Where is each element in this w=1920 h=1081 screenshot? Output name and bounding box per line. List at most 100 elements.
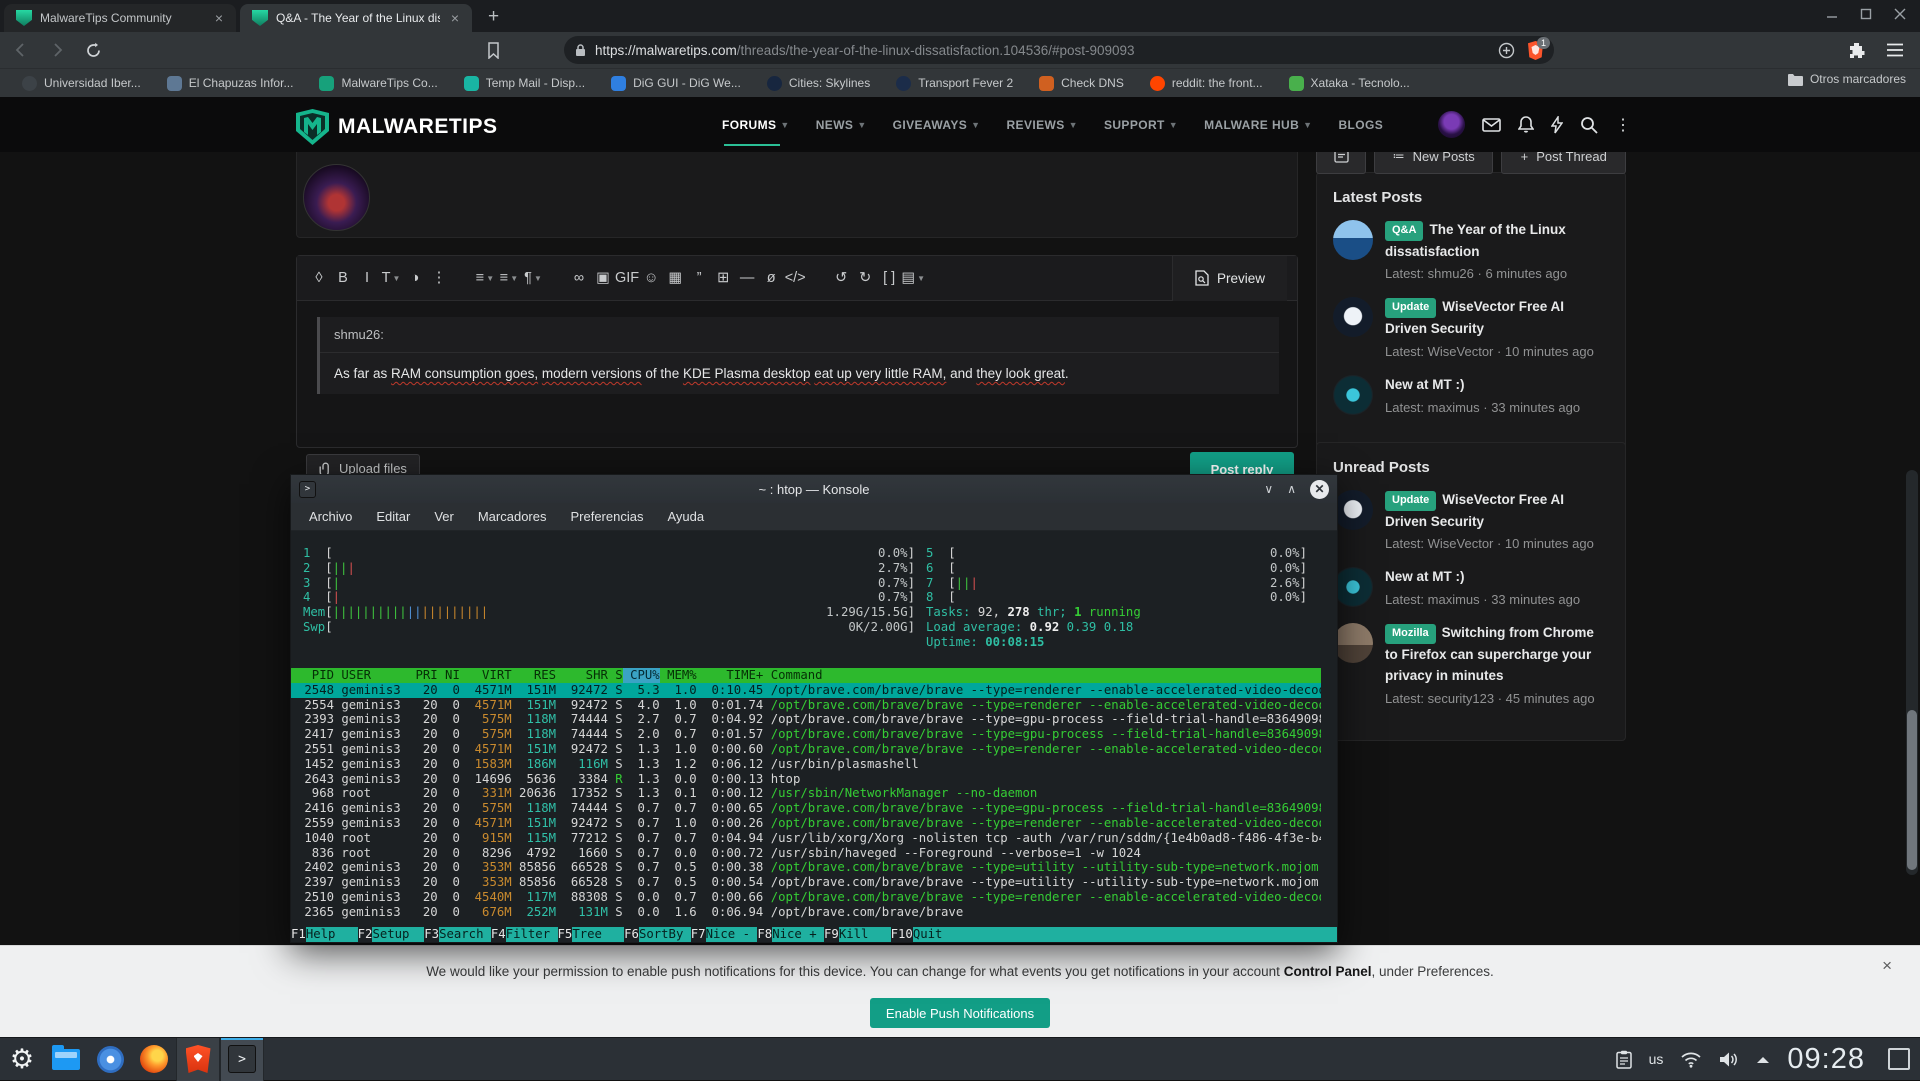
fkey-label[interactable]: Filter [506,927,558,942]
firefox-icon[interactable] [132,1038,176,1081]
nav-item-news[interactable]: NEWS▼ [816,97,867,152]
process-row-2510[interactable]: 2510geminis32004540M117M88308S0.00.70:00… [291,890,1321,905]
user-avatar[interactable] [1438,111,1465,138]
window-minimize-icon[interactable] [1826,8,1838,20]
column-header-shr[interactable]: SHR [556,668,608,683]
code-icon[interactable]: </> [783,263,807,293]
align-icon[interactable]: ≡▼ [497,263,521,293]
fkey-f7[interactable]: F7 [691,927,706,942]
htop-terminal[interactable]: 1 [0.0%]2 [|||2.7%]3 [|0.7%]4 [|0.7%]Mem… [291,531,1337,944]
fkey-label[interactable]: Quit [913,927,965,942]
process-row-2365[interactable]: 2365geminis3200676M252M131MS0.01.60:06.9… [291,905,1321,920]
clock[interactable]: 09:28 [1787,1043,1865,1076]
reload-button[interactable] [78,35,108,65]
process-row-836[interactable]: 836root200829647921660S0.70.00:00.72/usr… [291,846,1321,861]
browser-tab-0[interactable]: MalwareTips Community× [4,4,236,32]
show-desktop-button[interactable] [1888,1048,1910,1070]
list-icon[interactable]: ≡▼ [473,263,497,293]
bookmark-item-4[interactable]: DiG GUI - DiG We... [601,73,751,94]
fkey-f5[interactable]: F5 [558,927,573,942]
gif-icon[interactable]: GIF [615,263,639,293]
column-header-user[interactable]: USER [334,668,408,683]
bookmark-item-3[interactable]: Temp Mail - Disp... [454,73,595,94]
forward-button[interactable] [42,35,72,65]
column-header-virt[interactable]: VIRT [460,668,512,683]
process-row-2397[interactable]: 2397geminis3200353M8585666528S0.70.50:00… [291,875,1321,890]
rewards-icon[interactable] [1498,42,1515,59]
post-list-item[interactable]: New at MT :)Latest: maximus · 33 minutes… [1333,375,1609,415]
bolt-icon[interactable] [1551,116,1563,134]
tab-close-icon[interactable]: × [448,10,462,26]
bookmarks-panel-icon[interactable] [478,35,508,65]
menu-item-ayuda[interactable]: Ayuda [667,509,704,524]
fkey-label[interactable]: SortBy [639,927,691,942]
fkey-f8[interactable]: F8 [757,927,772,942]
fkey-f1[interactable]: F1 [291,927,306,942]
column-header-ni[interactable]: NI [438,668,460,683]
post-avatar[interactable] [1333,567,1373,607]
fkey-label[interactable]: Help [306,927,358,942]
window-maximize-icon[interactable] [1860,8,1872,20]
alerts-bell-icon[interactable] [1518,116,1534,134]
fkey-f4[interactable]: F4 [491,927,506,942]
table-icon[interactable]: ⊞ [711,263,735,293]
process-row-2393[interactable]: 2393geminis3200575M118M74444S2.70.70:04.… [291,712,1321,727]
column-header-mem[interactable]: MEM% [660,668,697,683]
column-header-pid[interactable]: PID [297,668,334,683]
column-header-pri[interactable]: PRI [408,668,438,683]
app-launcher-icon[interactable]: ⚙ [0,1038,44,1081]
menu-item-editar[interactable]: Editar [376,509,410,524]
text-color-icon[interactable]: ◑ [403,263,427,293]
menu-item-ver[interactable]: Ver [434,509,454,524]
terminal-scrollbar[interactable] [1906,470,1918,875]
nav-item-support[interactable]: SUPPORT▼ [1104,97,1178,152]
media-icon[interactable]: ▦ [663,263,687,293]
bookmark-item-8[interactable]: reddit: the front... [1140,73,1273,94]
fkey-label[interactable]: Kill [839,927,891,942]
konsole-close-icon[interactable]: ✕ [1310,480,1329,499]
process-row-2551[interactable]: 2551geminis32004571M151M92472S1.31.00:00… [291,742,1321,757]
site-logo[interactable]: MALWARETIPS [296,109,498,145]
wifi-icon[interactable] [1680,1051,1702,1068]
bookmark-item-7[interactable]: Check DNS [1029,73,1134,94]
link-icon[interactable]: ∞ [567,263,591,293]
column-header-res[interactable]: RES [512,668,556,683]
volume-icon[interactable] [1719,1051,1739,1068]
preview-button[interactable]: Preview [1172,256,1287,301]
column-header-command[interactable]: Command [763,668,1321,683]
process-row-968[interactable]: 968root200331M2063617352S1.30.10:00.12/u… [291,786,1321,801]
nav-item-reviews[interactable]: REVIEWS▼ [1006,97,1077,152]
bookmark-item-0[interactable]: Universidad Iber... [12,73,151,94]
column-header-s[interactable]: S [608,668,623,683]
brave-task-button[interactable] [176,1038,220,1081]
nav-item-giveaways[interactable]: GIVEAWAYS▼ [893,97,981,152]
quoted-message[interactable]: shmu26: As far as RAM consumption goes, … [317,317,1279,394]
htop-header-row[interactable]: PIDUSERPRINIVIRTRESSHRSCPU%MEM%TIME+Comm… [291,668,1321,683]
poster-avatar[interactable] [303,164,370,231]
fkey-label[interactable]: Search [439,927,491,942]
post-list-item[interactable]: Q&AThe Year of the Linux dissatisfaction… [1333,220,1609,281]
nav-item-malware-hub[interactable]: MALWARE HUB▼ [1204,97,1312,152]
bookmark-item-6[interactable]: Transport Fever 2 [886,73,1023,94]
window-close-icon[interactable] [1894,8,1906,20]
post-list-item[interactable]: New at MT :)Latest: maximus · 33 minutes… [1333,567,1609,607]
search-icon[interactable] [1580,116,1598,134]
process-row-2559[interactable]: 2559geminis32004571M151M92472S0.71.00:00… [291,816,1321,831]
italic-icon[interactable]: I [355,263,379,293]
process-row-2416[interactable]: 2416geminis3200575M118M74444S0.70.70:00.… [291,801,1321,816]
bookmark-item-2[interactable]: MalwareTips Co... [309,73,447,94]
fkey-f9[interactable]: F9 [824,927,839,942]
process-row-2554[interactable]: 2554geminis32004571M151M92472S4.01.00:01… [291,698,1321,713]
fkey-f6[interactable]: F6 [624,927,639,942]
nav-item-blogs[interactable]: BLOGS [1338,97,1383,152]
menu-icon[interactable] [1886,43,1904,57]
dolphin-file-manager-icon[interactable] [44,1038,88,1081]
post-list-item[interactable]: UpdateWiseVector Free AI Driven Security… [1333,490,1609,551]
quote-icon[interactable]: ” [687,263,711,293]
fkey-label[interactable]: Nice - [706,927,758,942]
paragraph-icon[interactable]: ¶▼ [521,263,545,293]
post-avatar[interactable] [1333,220,1373,260]
post-list-item[interactable]: MozillaSwitching from Chrome to Firefox … [1333,623,1609,705]
fkey-f3[interactable]: F3 [424,927,439,942]
menu-item-preferencias[interactable]: Preferencias [570,509,643,524]
